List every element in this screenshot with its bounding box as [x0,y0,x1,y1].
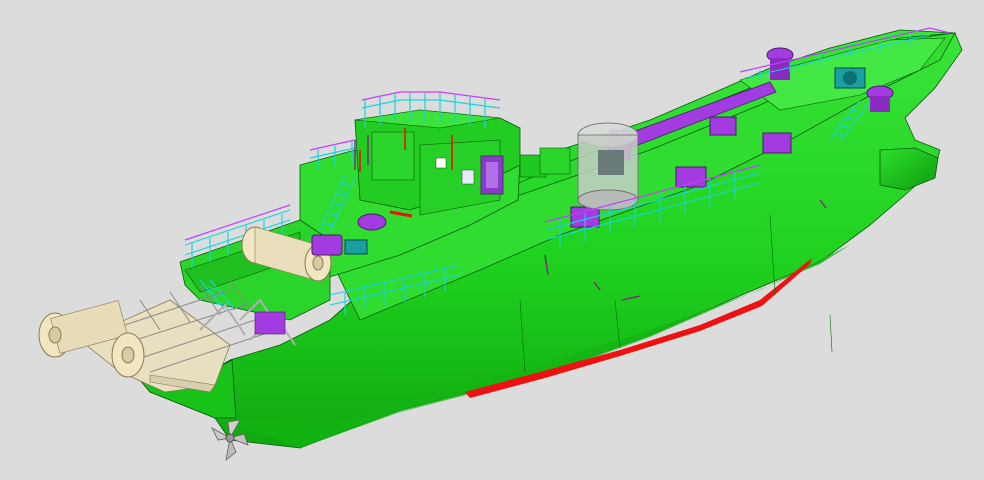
equipment-block [762,132,792,154]
equipment-block [675,166,707,188]
winch-drum-stern[interactable] [38,300,145,378]
equipment-block [357,213,387,231]
3d-model-viewport[interactable] [0,0,984,480]
window [461,169,475,185]
window [435,157,447,169]
ship-model-render[interactable] [0,0,984,480]
equipment-block [709,116,737,136]
equipment-block [311,234,343,256]
bow-bulb [879,147,939,191]
